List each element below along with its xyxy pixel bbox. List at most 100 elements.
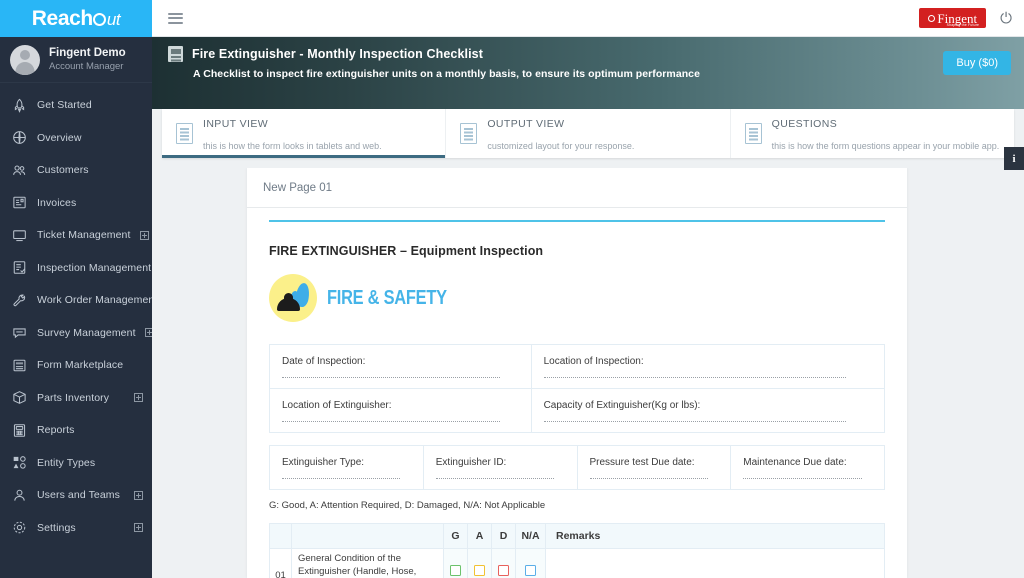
form-canvas: New Page 01 FIRE EXTINGUISHER – Equipmen… xyxy=(152,168,1024,578)
sidebar-item-settings[interactable]: Settings xyxy=(0,512,152,545)
checkbox-cell-good[interactable] xyxy=(443,548,468,578)
hamburger-icon[interactable] xyxy=(168,10,183,26)
column-header-remarks: Remarks xyxy=(545,523,885,549)
sidebar-item-customers[interactable]: Customers xyxy=(0,154,152,187)
page-tab-new-page-01[interactable]: New Page 01 xyxy=(263,182,332,194)
gear-icon xyxy=(11,519,28,536)
sidebar-item-get-started[interactable]: Get Started xyxy=(0,89,152,122)
expand-icon[interactable] xyxy=(134,523,143,533)
field-input-line[interactable] xyxy=(589,478,708,479)
form-icon xyxy=(11,357,28,374)
sidebar-item-label: Get Started xyxy=(37,99,92,112)
field-extinguisher-id[interactable]: Extinguisher ID: xyxy=(422,445,578,490)
power-icon[interactable]: ⏻ xyxy=(1000,11,1012,26)
table-row: 01 General Condition of the Extinguisher… xyxy=(269,548,885,578)
field-location-of-inspection[interactable]: Location of Inspection: xyxy=(530,344,886,389)
profile-name: Fingent Demo xyxy=(49,47,126,60)
tab-text: QUESTIONS this is how the form questions… xyxy=(772,112,1000,155)
info-icon[interactable]: i xyxy=(1004,147,1024,170)
sidebar-item-label: Overview xyxy=(37,131,82,144)
remarks-cell[interactable] xyxy=(545,548,885,578)
field-label: Extinguisher ID: xyxy=(435,457,507,468)
expand-icon[interactable] xyxy=(139,230,149,240)
field-label: Location of Extinguisher: xyxy=(282,400,392,411)
fingent-dot-icon xyxy=(928,15,936,22)
expand-icon[interactable] xyxy=(134,490,143,500)
field-capacity-of-extinguisher[interactable]: Capacity of Extinguisher(Kg or lbs): xyxy=(530,388,886,433)
checkbox-cell-attention[interactable] xyxy=(467,548,492,578)
sidebar-item-form-marketplace[interactable]: Form Marketplace xyxy=(0,349,152,382)
fingent-logo[interactable]: Fingent Shaping the Future xyxy=(919,8,987,28)
tab-output-view[interactable]: OUTPUT VIEW customized layout for your r… xyxy=(446,109,731,158)
sidebar-item-work-order-management[interactable]: Work Order Management xyxy=(0,284,152,317)
checkbox-na[interactable] xyxy=(525,564,536,576)
checkbox-cell-na[interactable] xyxy=(515,548,546,578)
field-input-line[interactable] xyxy=(282,421,500,422)
checkbox-cell-damaged[interactable] xyxy=(491,548,516,578)
checklist-icon xyxy=(11,259,28,276)
tab-label: INPUT VIEW xyxy=(203,117,269,130)
field-input-line[interactable] xyxy=(282,478,401,479)
document-icon xyxy=(744,123,762,144)
field-pressure-test-due-date[interactable]: Pressure test Due date: xyxy=(576,445,732,490)
sidebar-item-invoices[interactable]: Invoices xyxy=(0,187,152,220)
field-input-line[interactable] xyxy=(282,377,500,378)
row-number: 01 xyxy=(269,548,292,578)
expand-icon[interactable] xyxy=(134,393,143,403)
sidebar-item-label: Survey Management xyxy=(37,326,136,339)
form-page-tabs: New Page 01 xyxy=(247,168,907,208)
sidebar-item-inspection-management[interactable]: Inspection Management xyxy=(0,252,152,285)
monitor-icon xyxy=(11,227,28,244)
field-location-of-extinguisher[interactable]: Location of Extinguisher: xyxy=(269,388,532,433)
buy-button[interactable]: Buy ($0) xyxy=(943,51,1011,75)
sidebar-item-reports[interactable]: Reports xyxy=(0,414,152,447)
sidebar-item-label: Invoices xyxy=(37,196,77,209)
field-input-line[interactable] xyxy=(743,478,862,479)
sidebar-item-parts-inventory[interactable]: Parts Inventory xyxy=(0,382,152,415)
tab-questions[interactable]: QUESTIONS this is how the form questions… xyxy=(731,109,1014,158)
sidebar-item-label: Parts Inventory xyxy=(37,391,110,404)
sidebar-item-overview[interactable]: Overview xyxy=(0,122,152,155)
brand-name-last: ut xyxy=(106,10,121,29)
tab-label: QUESTIONS xyxy=(771,117,838,130)
sidebar-item-entity-types[interactable]: Entity Types xyxy=(0,447,152,480)
fire-safety-logo-text: FIRE & SAFETY xyxy=(327,286,447,309)
user-icon xyxy=(11,487,28,504)
form-title: FIRE EXTINGUISHER – Equipment Inspection xyxy=(269,244,544,258)
field-input-line[interactable] xyxy=(543,377,846,378)
field-maintenance-due-date[interactable]: Maintenance Due date: xyxy=(730,445,885,490)
profile-text: Fingent Demo Account Manager xyxy=(49,46,126,72)
tab-description: this is how the form questions appear in… xyxy=(771,140,1000,151)
field-label: Location of Inspection: xyxy=(543,356,644,367)
checkbox-damaged[interactable] xyxy=(498,564,509,576)
field-label: Extinguisher Type: xyxy=(282,457,365,468)
checkbox-good[interactable] xyxy=(450,564,461,576)
invoice-icon xyxy=(11,194,28,211)
tab-input-view[interactable]: INPUT VIEW this is how the form looks in… xyxy=(162,109,447,158)
user-profile[interactable]: Fingent Demo Account Manager xyxy=(0,37,152,83)
form-document-icon xyxy=(168,46,183,62)
field-input-line[interactable] xyxy=(435,478,555,479)
rocket-icon xyxy=(11,97,28,114)
expand-icon[interactable] xyxy=(144,328,152,338)
divider xyxy=(269,220,885,222)
sidebar-item-ticket-management[interactable]: Ticket Management xyxy=(0,219,152,252)
table-row: Location of Extinguisher: Capacity of Ex… xyxy=(269,388,886,433)
column-header-description xyxy=(291,523,444,549)
inspection-details-table: Date of Inspection: Location of Inspecti… xyxy=(269,344,886,433)
checkbox-attention[interactable] xyxy=(474,564,485,576)
app-logo[interactable]: Reach ut xyxy=(0,0,152,37)
report-icon xyxy=(11,422,28,439)
sidebar-item-label: Entity Types xyxy=(37,456,96,469)
field-input-line[interactable] xyxy=(543,421,846,422)
fingent-tagline: Shaping the Future xyxy=(946,22,980,27)
sidebar-nav: Get Started Overview Customers Invoices … xyxy=(0,83,152,544)
sidebar-item-label: Reports xyxy=(37,424,75,437)
view-tabs-wrapper: INPUT VIEW this is how the form looks in… xyxy=(152,109,1024,158)
table-row: Extinguisher Type: Extinguisher ID: Pres… xyxy=(269,445,885,490)
column-header-good: G xyxy=(443,523,468,549)
sidebar-item-survey-management[interactable]: Survey Management xyxy=(0,317,152,350)
field-extinguisher-type[interactable]: Extinguisher Type: xyxy=(269,445,424,490)
sidebar-item-users-and-teams[interactable]: Users and Teams xyxy=(0,479,152,512)
field-date-of-inspection[interactable]: Date of Inspection: xyxy=(269,344,532,389)
